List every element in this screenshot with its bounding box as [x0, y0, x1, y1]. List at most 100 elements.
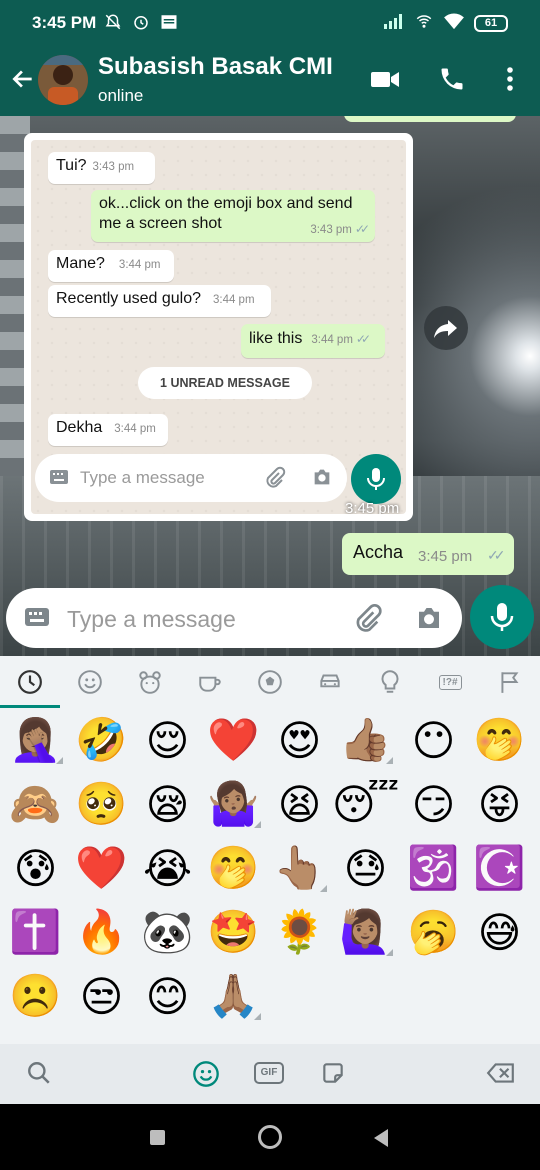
screenshot-message-bubble: Recently used gulo? 3:44 pm [48, 285, 271, 317]
message-time: 3:45 pm [418, 548, 473, 565]
emoji-key[interactable]: ☪️ [466, 836, 533, 900]
contact-avatar[interactable] [38, 55, 88, 105]
symbols-icon[interactable]: !?# [436, 668, 464, 696]
forward-button[interactable] [424, 306, 468, 350]
screenshot-image: Tui? 3:43 pm ok...click on the emoji box … [31, 140, 406, 514]
emoji-key[interactable]: 😰 [2, 836, 69, 900]
emoji-key[interactable]: 😪 [134, 772, 201, 836]
mic-button[interactable] [470, 585, 534, 649]
status-time: 3:45 PM [32, 13, 97, 32]
emoji-key[interactable]: 🤦🏽‍♀️ [2, 708, 69, 772]
news-app-icon [160, 13, 178, 36]
wifi-icon [443, 12, 465, 35]
emoji-key[interactable]: 🕉️ [400, 836, 467, 900]
image-timestamp: 3:45 pm [345, 500, 400, 514]
home-button[interactable] [258, 1125, 282, 1149]
backspace-icon[interactable] [486, 1060, 516, 1091]
emoji-key[interactable]: 👍🏽 [332, 708, 399, 772]
recent-icon[interactable] [16, 668, 44, 696]
outgoing-message[interactable]: Accha 3:45 pm ✓✓ [342, 533, 514, 575]
chat-header: Subasish Basak CMI online [0, 44, 540, 116]
previous-message-bubble [344, 116, 516, 122]
emoji-key[interactable]: 👆🏽 [266, 836, 333, 900]
screenshot-input-field: Type a message [35, 454, 347, 502]
emoji-key[interactable]: 🌻 [266, 900, 333, 964]
search-icon[interactable] [26, 1060, 52, 1091]
screenshot-message-bubble: like this 3:44 pm ✓✓ [241, 324, 385, 358]
emoji-key[interactable]: 😏 [400, 772, 467, 836]
hotspot-icon [414, 12, 434, 35]
emoji-key[interactable]: 🤷🏽‍♀️ [200, 772, 267, 836]
skin-tone-indicator [386, 757, 393, 764]
camera-icon[interactable] [414, 603, 444, 638]
back-arrow-icon[interactable] [10, 66, 36, 97]
image-message[interactable]: Tui? 3:43 pm ok...click on the emoji box … [24, 133, 413, 521]
emoji-key[interactable]: 😍 [266, 708, 333, 772]
emoji-key[interactable]: 😴 [332, 772, 399, 836]
skin-tone-indicator [386, 949, 393, 956]
signal-icon [383, 13, 405, 34]
emoji-key[interactable]: 😫 [266, 772, 333, 836]
emoji-key[interactable]: 🤣 [68, 708, 135, 772]
emoji-key[interactable]: 🤭 [200, 836, 267, 900]
activity-icon[interactable] [256, 668, 284, 696]
screenshot-mic-button [351, 454, 401, 504]
emoji-key[interactable]: ❤️ [200, 708, 267, 772]
emoji-key[interactable]: 🤩 [200, 900, 267, 964]
emoji-key[interactable]: 🙈 [2, 772, 69, 836]
message-input[interactable]: Type a message [67, 606, 236, 633]
emoji-key[interactable]: 🔥 [68, 900, 135, 964]
objects-icon[interactable] [376, 668, 404, 696]
keyboard-icon[interactable] [24, 607, 50, 632]
attach-icon[interactable] [352, 603, 384, 640]
emoji-key[interactable]: 🤭 [466, 708, 533, 772]
emoji-key[interactable]: 😓 [332, 836, 399, 900]
system-navigation-bar [0, 1104, 540, 1170]
flags-icon[interactable] [496, 668, 524, 696]
emoji-key[interactable]: 🥺 [68, 772, 135, 836]
emoji-key[interactable]: 😭 [134, 836, 201, 900]
emoji-key[interactable]: 🙋🏽‍♀️ [332, 900, 399, 964]
video-call-icon[interactable] [370, 65, 400, 98]
skin-tone-indicator [254, 821, 261, 828]
travel-icon[interactable] [316, 668, 344, 696]
screenshot-message-bubble: Mane? 3:44 pm [48, 250, 174, 282]
unread-divider: 1 UNREAD MESSAGE [138, 367, 312, 399]
more-options-icon[interactable] [500, 65, 520, 98]
animals-icon[interactable] [136, 668, 164, 696]
attach-icon [263, 466, 287, 495]
emoji-key[interactable]: ✝️ [2, 900, 69, 964]
emoji-category-bar: !?# [0, 656, 540, 708]
emoji-keyboard-bottom-bar: GIF [0, 1044, 540, 1104]
battery-icon: 61 [474, 15, 508, 32]
sticker-tab-icon[interactable] [320, 1060, 346, 1091]
skin-tone-indicator [254, 1013, 261, 1020]
emoji-key[interactable]: 🐼 [134, 900, 201, 964]
keyboard-icon [49, 469, 69, 490]
voice-call-icon[interactable] [438, 65, 466, 98]
skin-tone-indicator [56, 757, 63, 764]
emoji-key[interactable]: 🥱 [400, 900, 467, 964]
mute-icon [104, 13, 122, 36]
gif-tab-icon[interactable]: GIF [254, 1062, 284, 1084]
emoji-key[interactable]: 😝 [466, 772, 533, 836]
emoji-key[interactable]: 😊 [134, 964, 201, 1028]
skin-tone-indicator [320, 885, 327, 892]
back-button[interactable] [372, 1128, 390, 1153]
contact-name[interactable]: Subasish Basak CMI [98, 53, 333, 81]
emoji-key[interactable]: 😌 [134, 708, 201, 772]
emoji-key[interactable]: ❤️ [68, 836, 135, 900]
camera-icon [311, 466, 333, 493]
recents-button[interactable] [150, 1130, 165, 1145]
smileys-icon[interactable] [76, 668, 104, 696]
emoji-key[interactable]: 😶 [400, 708, 467, 772]
screenshot-message-bubble: ok...click on the emoji box and send me … [91, 190, 375, 242]
emoji-key[interactable]: 😅 [466, 900, 533, 964]
emoji-key[interactable]: ☹️ [2, 964, 69, 1028]
message-input-bar[interactable]: Type a message [6, 588, 462, 648]
emoji-tab-icon[interactable] [192, 1060, 220, 1093]
message-text: Accha [353, 542, 404, 562]
emoji-key[interactable]: 😒 [68, 964, 135, 1028]
food-icon[interactable] [196, 668, 224, 696]
emoji-key[interactable]: 🙏🏽 [200, 964, 267, 1028]
